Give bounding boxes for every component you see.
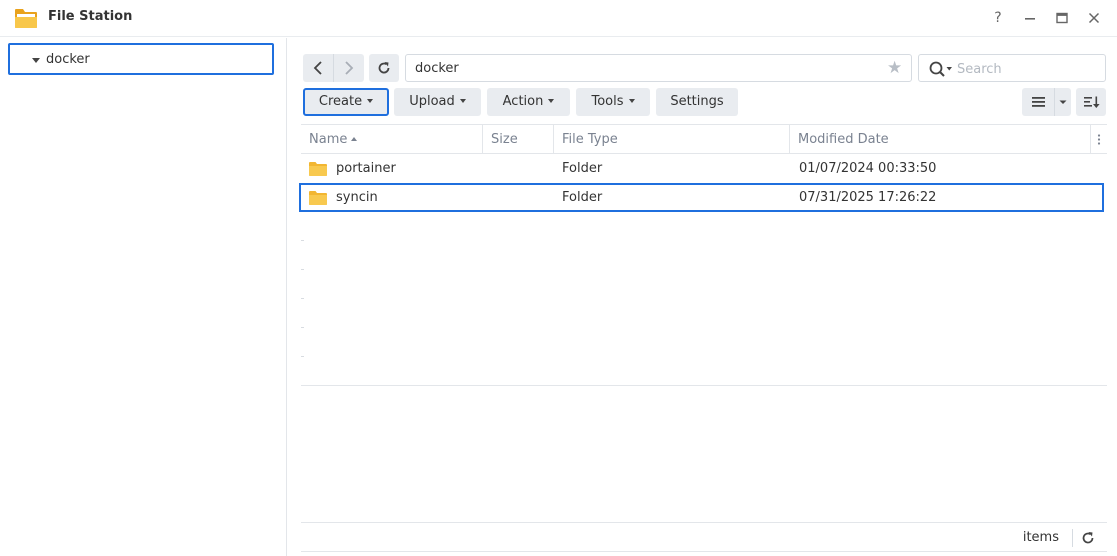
row-placeholder-dash — [301, 327, 304, 328]
tree-item-docker[interactable]: docker — [8, 43, 274, 75]
maximize-button[interactable] — [1053, 9, 1071, 27]
view-mode-dropdown[interactable] — [1055, 88, 1071, 116]
history-nav-group — [303, 54, 364, 82]
status-bar: items — [301, 522, 1107, 552]
row-placeholder-dash — [301, 269, 304, 270]
minimize-icon — [1025, 18, 1035, 20]
divider — [1072, 529, 1073, 547]
chevron-left-icon — [313, 61, 322, 75]
current-path: docker — [415, 61, 459, 76]
view-mode-group — [1022, 88, 1071, 116]
table-row[interactable]: syncin Folder 07/31/2025 17:26:22 — [299, 183, 1104, 212]
column-file-type-label: File Type — [562, 132, 618, 147]
tree-item-label: docker — [46, 52, 90, 67]
minimize-button[interactable] — [1021, 9, 1039, 27]
create-button[interactable]: Create — [303, 88, 389, 116]
items-count-label: items — [1022, 530, 1059, 545]
settings-button[interactable]: Settings — [656, 88, 738, 116]
action-button[interactable]: Action — [487, 88, 570, 116]
refresh-icon[interactable] — [1079, 529, 1097, 547]
search-box[interactable] — [918, 54, 1106, 82]
maximize-icon — [1056, 12, 1068, 24]
title-bar: File Station ? — [0, 0, 1117, 37]
chevron-down-icon — [459, 98, 466, 103]
column-header-size[interactable]: Size — [483, 125, 554, 154]
folder-tree-sidebar: docker — [0, 38, 287, 556]
expand-caret-icon[interactable] — [32, 58, 40, 63]
chevron-down-icon — [628, 98, 635, 103]
list-header: Name Size File Type Modified Date — [301, 125, 1107, 154]
column-modified-date-label: Modified Date — [798, 132, 889, 147]
create-button-label: Create — [318, 94, 363, 109]
list-view-button[interactable] — [1022, 88, 1054, 116]
table-row[interactable]: portainer Folder 01/07/2024 00:33:50 — [301, 154, 1107, 183]
tools-button[interactable]: Tools — [576, 88, 650, 116]
chevron-down-icon — [367, 98, 374, 103]
row-placeholder-dash — [301, 356, 304, 357]
chevron-right-icon — [345, 61, 354, 75]
path-bar[interactable]: docker ★ — [405, 54, 912, 82]
refresh-icon — [378, 62, 390, 74]
close-button[interactable] — [1085, 9, 1103, 27]
file-type: Folder — [562, 190, 603, 205]
action-button-label: Action — [502, 94, 544, 109]
column-menu-button[interactable] — [1091, 125, 1107, 154]
column-header-file-type[interactable]: File Type — [554, 125, 790, 154]
sort-ascending-icon — [351, 136, 358, 141]
more-vertical-icon — [1097, 134, 1101, 145]
chevron-down-icon — [1059, 100, 1067, 104]
folder-icon — [309, 162, 327, 176]
modified-date: 01/07/2024 00:33:50 — [799, 161, 937, 176]
upload-button-label: Upload — [409, 94, 455, 109]
column-header-modified-date[interactable]: Modified Date — [790, 125, 1091, 154]
column-size-label: Size — [491, 132, 518, 147]
modified-date: 07/31/2025 17:26:22 — [799, 190, 937, 205]
window-title: File Station — [48, 9, 133, 24]
star-icon[interactable]: ★ — [887, 59, 905, 77]
help-button[interactable]: ? — [989, 9, 1007, 27]
chevron-down-icon — [548, 98, 555, 103]
upload-button[interactable]: Upload — [394, 88, 481, 116]
file-station-app-icon — [15, 9, 37, 28]
row-placeholder-dash — [301, 298, 304, 299]
settings-button-label: Settings — [670, 94, 724, 109]
search-icon[interactable] — [928, 60, 956, 78]
file-name: syncin — [336, 190, 378, 205]
list-view-icon — [1032, 97, 1045, 107]
close-icon — [1088, 12, 1100, 24]
file-type: Folder — [562, 161, 603, 176]
refresh-button[interactable] — [369, 54, 399, 82]
column-name-label: Name — [309, 132, 348, 147]
back-button[interactable] — [303, 54, 333, 82]
search-input[interactable] — [957, 59, 1097, 79]
folder-icon — [309, 191, 327, 205]
row-placeholder-dash — [301, 240, 304, 241]
sort-icon — [1084, 96, 1100, 108]
forward-button[interactable] — [334, 54, 364, 82]
file-name: portainer — [336, 161, 396, 176]
tools-button-label: Tools — [591, 94, 624, 109]
sort-button[interactable] — [1076, 88, 1106, 116]
file-list: Name Size File Type Modified Date portai… — [299, 124, 1107, 386]
column-header-name[interactable]: Name — [301, 125, 483, 154]
